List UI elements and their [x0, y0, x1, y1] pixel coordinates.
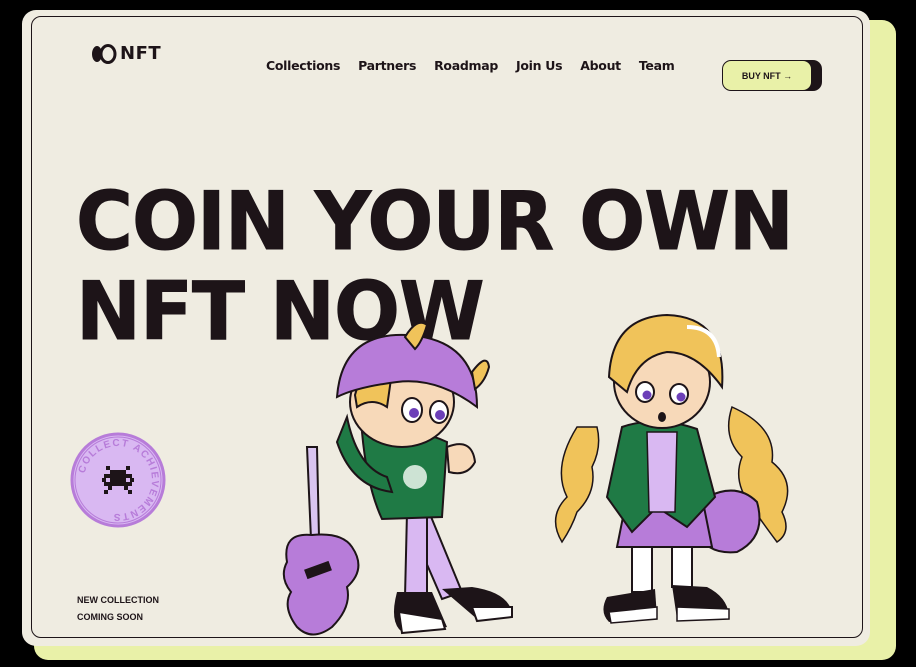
hero-line-1: COIN YOUR OWN: [76, 175, 795, 268]
nav-item-collections[interactable]: Collections: [266, 58, 340, 73]
brand-name: NFT: [120, 43, 162, 64]
nav-item-roadmap[interactable]: Roadmap: [434, 58, 498, 73]
collect-achievements-badge[interactable]: COLLECT ACHIEVEMENTS: [70, 432, 166, 528]
nav-item-team[interactable]: Team: [639, 58, 675, 73]
logo-mark-icon: [92, 43, 117, 64]
buy-nft-button[interactable]: BUY NFT →: [722, 60, 812, 91]
main-nav: Collections Partners Roadmap Join Us Abo…: [266, 58, 675, 73]
hero-frame: NFT Collections Partners Roadmap Join Us…: [31, 16, 863, 638]
guitar-icon: [282, 446, 360, 636]
girl-character-illustration: [554, 313, 789, 624]
new-collection-note: NEW COLLECTION COMING SOON: [77, 592, 159, 626]
nav-item-join-us[interactable]: Join Us: [516, 58, 563, 73]
collection-line-2: COMING SOON: [77, 612, 144, 622]
buy-nft-wrapper: BUY NFT →: [722, 60, 822, 92]
brand-logo[interactable]: NFT: [90, 43, 161, 64]
boy-character-illustration: [282, 321, 513, 636]
collection-line-1: NEW COLLECTION: [77, 595, 159, 605]
nav-item-about[interactable]: About: [580, 58, 621, 73]
nav-item-partners[interactable]: Partners: [358, 58, 416, 73]
